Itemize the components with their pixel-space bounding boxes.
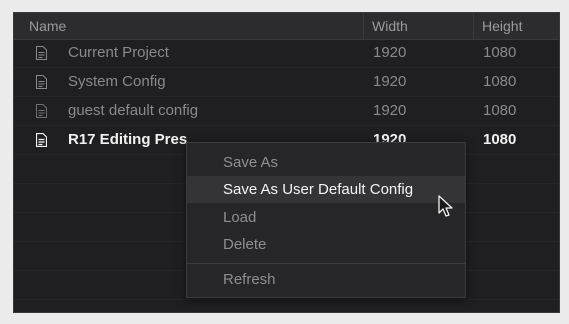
menu-item-load[interactable]: Load <box>187 204 465 231</box>
document-icon <box>36 75 47 89</box>
menu-separator <box>187 263 465 264</box>
preset-height: 1080 <box>483 44 517 61</box>
preset-name: guest default config <box>68 102 199 119</box>
table-row[interactable]: Current Project 1920 1080 <box>14 39 559 68</box>
document-icon <box>36 133 47 147</box>
preset-width: 1920 <box>373 73 407 90</box>
column-header-height[interactable]: Height <box>473 13 522 39</box>
document-icon <box>36 46 47 60</box>
menu-item-save-as-user-default-config[interactable]: Save As User Default Config <box>187 176 465 203</box>
preset-name: Current Project <box>68 44 169 61</box>
preset-height: 1080 <box>483 102 517 119</box>
preset-name: System Config <box>68 73 166 90</box>
column-header-name[interactable]: Name <box>29 13 66 39</box>
table-header: Name Width Height <box>14 13 559 40</box>
menu-item-save-as[interactable]: Save As <box>187 149 465 176</box>
context-menu: Save As Save As User Default Config Load… <box>186 142 466 298</box>
document-icon <box>36 104 47 118</box>
mouse-pointer-icon <box>438 195 453 217</box>
preset-width: 1920 <box>373 102 407 119</box>
column-header-width[interactable]: Width <box>363 13 408 39</box>
preset-height: 1080 <box>483 131 517 148</box>
preset-name: R17 Editing Pres <box>68 131 188 148</box>
table-row[interactable]: guest default config 1920 1080 <box>14 97 559 126</box>
preset-height: 1080 <box>483 73 517 90</box>
menu-item-delete[interactable]: Delete <box>187 231 465 258</box>
preset-width: 1920 <box>373 44 407 61</box>
table-row[interactable]: System Config 1920 1080 <box>14 68 559 97</box>
menu-item-refresh[interactable]: Refresh <box>187 266 465 293</box>
